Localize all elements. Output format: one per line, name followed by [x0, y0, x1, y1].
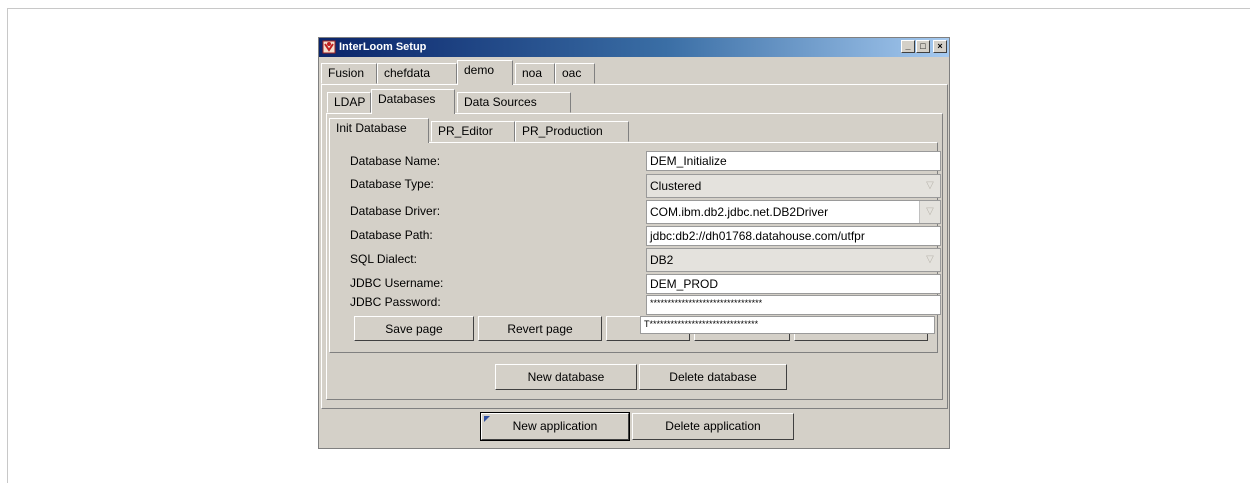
app-panel: LDAP Databases Data Sources Init Databas… — [321, 84, 948, 409]
chevron-down-icon: ▽ — [919, 201, 940, 223]
tab-ldap[interactable]: LDAP — [327, 92, 371, 113]
window-title: InterLoom Setup — [339, 41, 427, 53]
tab-databases[interactable]: Databases — [371, 89, 455, 114]
tab-data-sources[interactable]: Data Sources — [457, 92, 571, 113]
database-path-input[interactable]: jdbc:db2://dh01768.datahouse.com/utfpr — [646, 226, 941, 246]
database-driver-value: COM.ibm.db2.jdbc.net.DB2Driver — [650, 205, 829, 219]
new-application-button[interactable]: New application — [480, 412, 630, 441]
setup-window: InterLoom Setup _ □ × Fusion chefdata de… — [318, 37, 950, 449]
tab-oac[interactable]: oac — [555, 63, 595, 84]
jdbc-password-label: JDBC Password: — [350, 295, 441, 309]
jdbc-username-label: JDBC Username: — [350, 276, 444, 290]
jdbc-password-confirm-input[interactable]: T******************************* — [640, 316, 935, 334]
tab-chefdata[interactable]: chefdata — [377, 63, 457, 84]
focus-indicator-icon — [484, 416, 490, 422]
chevron-down-icon: ▽ — [926, 254, 934, 265]
jdbc-password-input[interactable]: ******************************** — [646, 295, 941, 315]
close-button[interactable]: × — [933, 40, 947, 53]
tab-fusion[interactable]: Fusion — [321, 63, 377, 84]
tab-pr-production[interactable]: PR_Production — [515, 121, 629, 142]
database-type-value: Clustered — [650, 179, 702, 193]
revert-page-button[interactable]: Revert page — [478, 316, 602, 341]
tab-pr-editor[interactable]: PR_Editor — [431, 121, 515, 142]
new-application-label: New application — [512, 419, 598, 433]
database-name-label: Database Name: — [350, 154, 441, 168]
delete-database-button[interactable]: Delete database — [639, 364, 787, 390]
database-form-panel: Database Name: DEM_Initialize Database T… — [329, 142, 941, 353]
databases-panel: Init Database PR_Editor PR_Production Da… — [326, 113, 943, 400]
database-type-select[interactable]: Clustered ▽ — [646, 174, 941, 198]
tab-noa[interactable]: noa — [515, 63, 555, 84]
sql-dialect-label: SQL Dialect: — [350, 252, 417, 266]
database-path-label: Database Path: — [350, 228, 433, 242]
database-driver-label: Database Driver: — [350, 204, 441, 218]
title-bar[interactable]: InterLoom Setup _ □ × — [319, 38, 949, 57]
delete-application-button[interactable]: Delete application — [632, 413, 794, 440]
new-database-button[interactable]: New database — [495, 364, 637, 390]
sql-dialect-select[interactable]: DB2 ▽ — [646, 248, 941, 272]
app-icon — [322, 40, 336, 54]
tab-init-database[interactable]: Init Database — [329, 118, 429, 143]
save-page-button[interactable]: Save page — [354, 316, 474, 341]
database-type-label: Database Type: — [350, 177, 434, 191]
maximize-button[interactable]: □ — [916, 40, 930, 53]
minimize-button[interactable]: _ — [901, 40, 915, 53]
database-name-input[interactable]: DEM_Initialize — [646, 151, 941, 171]
chevron-down-icon: ▽ — [926, 180, 934, 191]
tab-demo[interactable]: demo — [457, 60, 513, 85]
sql-dialect-value: DB2 — [650, 253, 674, 267]
database-driver-select[interactable]: COM.ibm.db2.jdbc.net.DB2Driver ▽ — [646, 200, 941, 224]
jdbc-username-input[interactable]: DEM_PROD — [646, 274, 941, 294]
